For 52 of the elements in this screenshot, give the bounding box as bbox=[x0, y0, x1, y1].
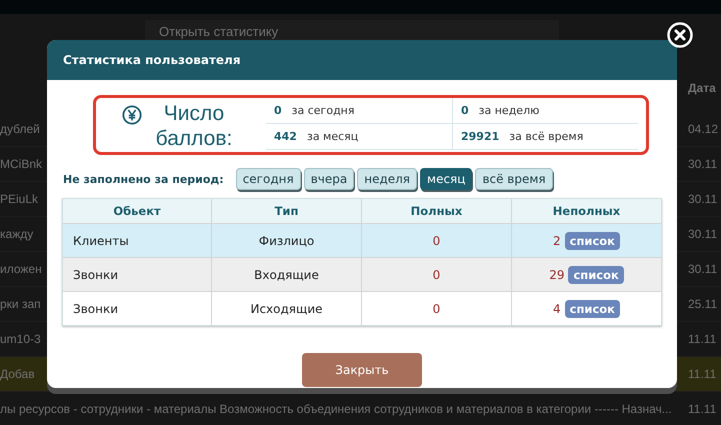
date-cell-text: 04.12 bbox=[688, 122, 720, 136]
table-cell-text: um10-3 bbox=[0, 332, 42, 346]
date-cell-text: 30.11 bbox=[688, 157, 718, 171]
table-cell: 0 bbox=[361, 258, 511, 291]
points-value: 29921 bbox=[461, 130, 500, 143]
column-header: Дата bbox=[688, 81, 717, 95]
table-cell-text: MCiBnk bbox=[0, 157, 44, 171]
table-cell-text: иложен bbox=[0, 262, 43, 276]
date-cell-text: 30.11 bbox=[688, 227, 718, 241]
date-cell-text: 11.11 bbox=[688, 367, 718, 381]
points-period: за всё время bbox=[509, 130, 584, 143]
table-cell-text: кажду bbox=[0, 227, 34, 241]
dialog-title: Статистика пользователя bbox=[63, 53, 241, 67]
table-cell: Входящие bbox=[211, 258, 361, 291]
table-cell-text: Клиенты bbox=[72, 232, 130, 250]
filter-label: Не заполнено за период: bbox=[63, 172, 224, 186]
column-header: Обьект bbox=[112, 203, 162, 220]
table-cell-text: Добав bbox=[0, 367, 36, 381]
list-button[interactable]: список bbox=[564, 300, 620, 318]
list-button[interactable]: список bbox=[564, 232, 620, 250]
table-cell: 0 bbox=[361, 292, 511, 325]
date-cell-text: 11.11 bbox=[688, 332, 718, 346]
date-cell-text: 25.11 bbox=[688, 297, 718, 311]
table-cell-text: дублей bbox=[0, 122, 41, 136]
points-value: 0 bbox=[461, 104, 469, 117]
period-button[interactable]: месяц bbox=[420, 168, 472, 190]
points-label: Число баллов: bbox=[154, 101, 234, 151]
table-cell: 29 bbox=[549, 268, 564, 282]
table-cell-text: PEiuLk bbox=[0, 192, 40, 206]
table-cell-text: Звонки bbox=[72, 300, 119, 318]
table-cell: лы ресурсов - сотрудники - материалы Возможность объединения сотрудников и материалов в категории ------ Назнач... bbox=[0, 402, 672, 416]
close-button[interactable]: Закрыть bbox=[302, 353, 422, 387]
table-cell: Исходящие bbox=[211, 292, 361, 325]
date-cell-text: 30.11 bbox=[688, 262, 718, 276]
period-button[interactable]: вчера bbox=[304, 168, 354, 190]
yen-coin-icon bbox=[122, 105, 142, 125]
date-cell-text: 11.11 bbox=[688, 402, 718, 416]
points-period: за неделю bbox=[478, 104, 540, 117]
period-button[interactable]: всё время bbox=[475, 168, 553, 190]
period-button[interactable]: сегодня bbox=[236, 168, 301, 190]
points-value: 442 bbox=[274, 130, 297, 143]
points-period: за сегодня bbox=[292, 104, 354, 117]
list-button[interactable]: список bbox=[568, 266, 624, 284]
close-icon[interactable] bbox=[667, 22, 693, 48]
date-cell-text: 30.11 bbox=[688, 192, 718, 206]
points-period: за месяц bbox=[306, 130, 358, 143]
table-cell: 4 bbox=[553, 302, 561, 316]
table-cell: 2 bbox=[553, 234, 561, 248]
points-value: 0 bbox=[274, 104, 282, 117]
table-cell-text: Звонки bbox=[72, 266, 119, 284]
period-button[interactable]: неделя bbox=[357, 168, 418, 190]
table-cell-text: рки зап bbox=[0, 297, 42, 311]
